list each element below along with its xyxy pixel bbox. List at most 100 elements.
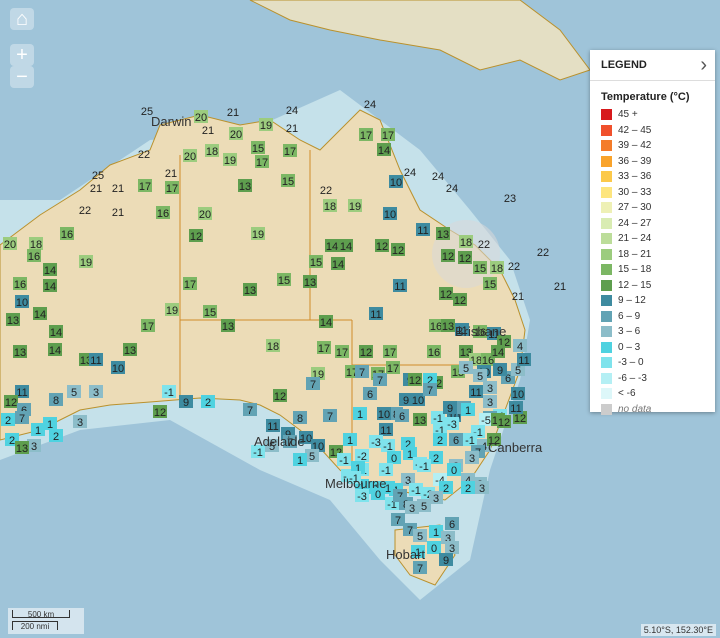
station-marker[interactable]: 19	[223, 153, 237, 167]
station-marker[interactable]: 8	[293, 411, 307, 425]
zoom-in-button[interactable]: +	[10, 44, 34, 66]
station-marker[interactable]: 9	[439, 553, 453, 567]
station-marker[interactable]: 15	[309, 255, 323, 269]
station-marker[interactable]: 19	[348, 199, 362, 213]
station-marker[interactable]: 3	[89, 385, 103, 399]
station-marker[interactable]: 21	[202, 125, 214, 137]
station-marker[interactable]: 14	[491, 345, 505, 359]
station-marker[interactable]: 7	[391, 513, 405, 527]
station-marker[interactable]: 11	[509, 401, 523, 415]
station-marker[interactable]: 1	[293, 453, 307, 467]
station-marker[interactable]: 13	[123, 343, 137, 357]
station-marker[interactable]: 14	[325, 239, 339, 253]
station-marker[interactable]: 21	[512, 291, 524, 303]
station-marker[interactable]: 14	[319, 315, 333, 329]
station-marker[interactable]: 17	[317, 341, 331, 355]
station-marker[interactable]: 18	[490, 261, 504, 275]
station-marker[interactable]: 10	[383, 207, 397, 221]
station-marker[interactable]: 9	[443, 401, 457, 415]
station-marker[interactable]: 24	[286, 105, 298, 117]
station-marker[interactable]: 8	[49, 393, 63, 407]
station-marker[interactable]: 9	[493, 363, 507, 377]
station-marker[interactable]: 11	[393, 279, 407, 293]
station-marker[interactable]: 17	[283, 144, 297, 158]
station-marker[interactable]: 16	[156, 206, 170, 220]
station-marker[interactable]: -1	[381, 439, 395, 453]
station-marker[interactable]: 12	[439, 287, 453, 301]
station-marker[interactable]: 1	[343, 433, 357, 447]
station-marker[interactable]: 13	[436, 227, 450, 241]
station-marker[interactable]: 21	[112, 183, 124, 195]
station-marker[interactable]: 3	[429, 491, 443, 505]
station-marker[interactable]: 19	[165, 303, 179, 317]
station-marker[interactable]: 19	[259, 118, 273, 132]
station-marker[interactable]: 13	[15, 441, 29, 455]
station-marker[interactable]: 1	[429, 525, 443, 539]
station-marker[interactable]: 10	[411, 393, 425, 407]
station-marker[interactable]: 22	[537, 247, 549, 259]
station-marker[interactable]: 3	[483, 395, 497, 409]
station-marker[interactable]: 3	[445, 541, 459, 555]
station-marker[interactable]: 10	[111, 361, 125, 375]
station-marker[interactable]: -1	[417, 459, 431, 473]
station-marker[interactable]: 2	[1, 413, 15, 427]
station-marker[interactable]: 13	[13, 345, 27, 359]
station-marker[interactable]: 17	[165, 181, 179, 195]
station-marker[interactable]: 12	[359, 345, 373, 359]
station-marker[interactable]: 12	[375, 239, 389, 253]
station-marker[interactable]: 1	[353, 407, 367, 421]
station-marker[interactable]: 17	[255, 155, 269, 169]
station-marker[interactable]: 17	[138, 179, 152, 193]
station-marker[interactable]: 15	[483, 277, 497, 291]
station-marker[interactable]: 7	[323, 409, 337, 423]
station-marker[interactable]: 17	[383, 345, 397, 359]
station-marker[interactable]: 6	[363, 387, 377, 401]
station-marker[interactable]: 17	[386, 361, 400, 375]
station-marker[interactable]: 1	[461, 403, 475, 417]
station-marker[interactable]: 7	[15, 411, 29, 425]
station-marker[interactable]: 3	[465, 451, 479, 465]
station-marker[interactable]: 2	[429, 451, 443, 465]
station-marker[interactable]: 22	[320, 185, 332, 197]
station-marker[interactable]: 6	[395, 409, 409, 423]
station-marker[interactable]: 1	[43, 417, 57, 431]
station-marker[interactable]: 20	[229, 127, 243, 141]
station-marker[interactable]: 13	[303, 275, 317, 289]
station-marker[interactable]: -3	[355, 489, 369, 503]
station-marker[interactable]: 12	[273, 389, 287, 403]
station-marker[interactable]: 13	[413, 413, 427, 427]
station-marker[interactable]: 12	[189, 229, 203, 243]
station-marker[interactable]: 11	[89, 353, 103, 367]
station-marker[interactable]: 2	[201, 395, 215, 409]
station-marker[interactable]: 15	[473, 261, 487, 275]
station-marker[interactable]: 20	[3, 237, 17, 251]
legend-header[interactable]: LEGEND ›	[590, 50, 715, 81]
station-marker[interactable]: 3	[483, 381, 497, 395]
station-marker[interactable]: 5	[417, 499, 431, 513]
station-marker[interactable]: 3	[405, 501, 419, 515]
station-marker[interactable]: 13	[243, 283, 257, 297]
station-marker[interactable]: 21	[227, 107, 239, 119]
station-marker[interactable]: 10	[15, 295, 29, 309]
station-marker[interactable]: 7	[306, 377, 320, 391]
station-marker[interactable]: 24	[432, 171, 444, 183]
station-marker[interactable]: 7	[243, 403, 257, 417]
station-marker[interactable]: 16	[13, 277, 27, 291]
station-marker[interactable]: 7	[413, 561, 427, 575]
station-marker[interactable]: 18	[266, 339, 280, 353]
station-marker[interactable]: -1	[409, 483, 423, 497]
station-marker[interactable]: 3	[475, 481, 489, 495]
station-marker[interactable]: 12	[391, 243, 405, 257]
station-marker[interactable]: 12	[441, 249, 455, 263]
station-marker[interactable]: 13	[6, 313, 20, 327]
station-marker[interactable]: 19	[251, 227, 265, 241]
station-marker[interactable]: 7	[373, 373, 387, 387]
station-marker[interactable]: 14	[33, 307, 47, 321]
station-marker[interactable]: 3	[27, 439, 41, 453]
station-marker[interactable]: 10	[511, 387, 525, 401]
station-marker[interactable]: 10	[389, 175, 403, 189]
station-marker[interactable]: 20	[183, 149, 197, 163]
station-marker[interactable]: -1	[431, 411, 445, 425]
station-marker[interactable]: 18	[29, 237, 43, 251]
station-marker[interactable]: 2	[49, 429, 63, 443]
